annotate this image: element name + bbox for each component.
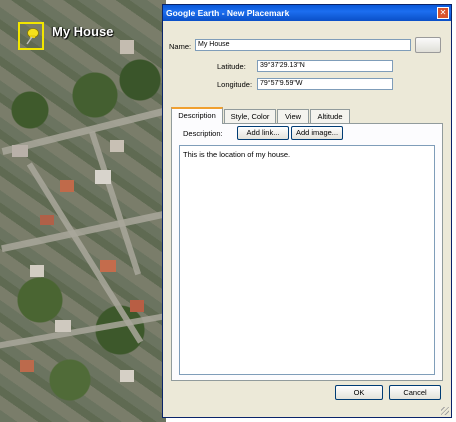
- map-road: [88, 130, 142, 276]
- ok-button[interactable]: OK: [335, 385, 383, 400]
- map-building: [12, 145, 28, 157]
- placemark-icon-button[interactable]: [415, 37, 441, 53]
- map-road: [26, 162, 144, 344]
- tab-style-color[interactable]: Style, Color: [224, 109, 276, 123]
- placemark-label[interactable]: My House: [52, 24, 113, 39]
- map-road: [0, 312, 166, 354]
- latitude-label: Latitude:: [217, 62, 246, 71]
- longitude-field[interactable]: 79°57'9.59"W: [257, 78, 393, 90]
- map-building: [30, 265, 44, 277]
- pushpin-icon: [26, 28, 39, 45]
- add-link-button[interactable]: Add link...: [237, 126, 289, 140]
- map-building: [110, 140, 124, 152]
- add-image-button[interactable]: Add image...: [291, 126, 343, 140]
- name-label: Name:: [169, 42, 192, 51]
- longitude-label: Longitude:: [217, 80, 253, 89]
- tab-description[interactable]: Description: [171, 107, 223, 124]
- description-textarea[interactable]: This is the location of my house.: [179, 145, 435, 375]
- new-placemark-dialog: Google Earth - New Placemark ✕ Name: My …: [162, 4, 452, 418]
- description-label: Description:: [183, 129, 223, 138]
- placemark-highlight[interactable]: [18, 22, 44, 50]
- map-building: [60, 180, 74, 192]
- latitude-field[interactable]: 39°37'29.13"N: [257, 60, 393, 72]
- map-building: [120, 370, 134, 382]
- map-building: [20, 360, 34, 372]
- map-building: [40, 215, 54, 225]
- map-building: [130, 300, 144, 312]
- satellite-map[interactable]: My House: [0, 0, 166, 422]
- name-field[interactable]: My House: [195, 39, 411, 51]
- resize-grip-icon[interactable]: [441, 407, 449, 415]
- tab-altitude[interactable]: Altitude: [310, 109, 350, 123]
- dialog-title: Google Earth - New Placemark: [163, 5, 451, 21]
- tab-view[interactable]: View: [277, 109, 309, 123]
- map-building: [95, 170, 111, 184]
- map-building: [55, 320, 71, 332]
- map-building: [120, 40, 134, 54]
- map-building: [100, 260, 116, 272]
- cancel-button[interactable]: Cancel: [389, 385, 441, 400]
- close-icon[interactable]: ✕: [437, 7, 449, 19]
